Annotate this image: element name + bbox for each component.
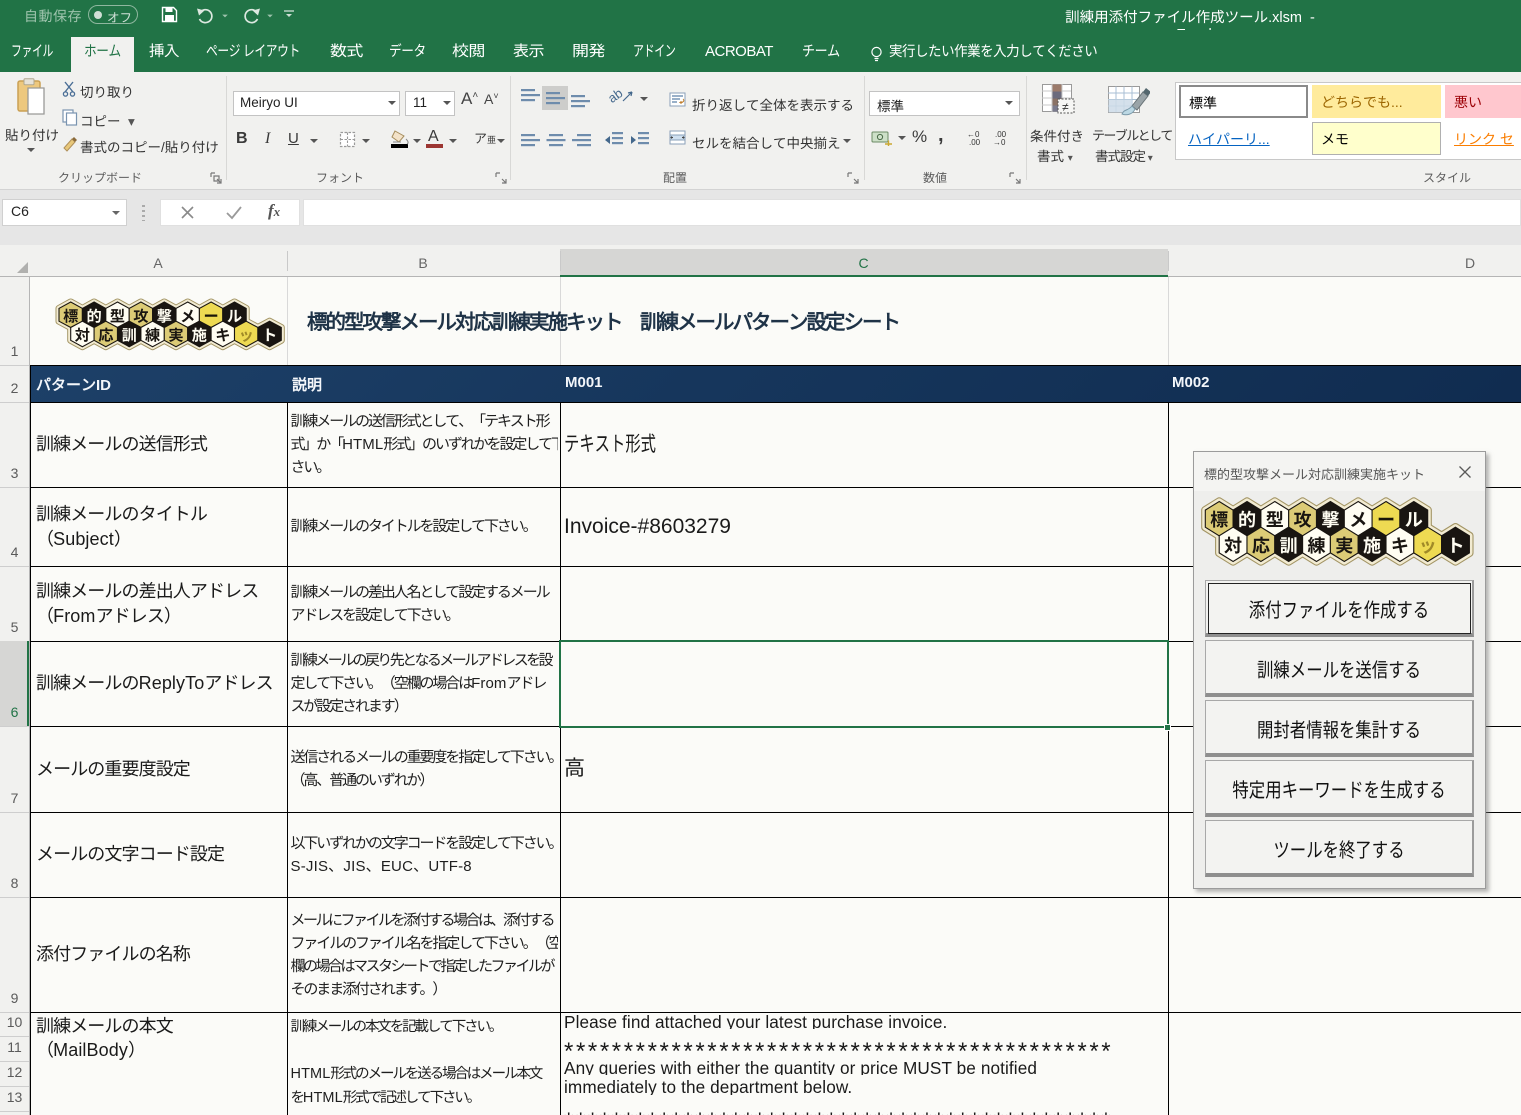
svg-text:≠: ≠ bbox=[1062, 100, 1069, 114]
svg-text:.00: .00 bbox=[969, 138, 981, 147]
svg-text:→0: →0 bbox=[993, 138, 1006, 147]
